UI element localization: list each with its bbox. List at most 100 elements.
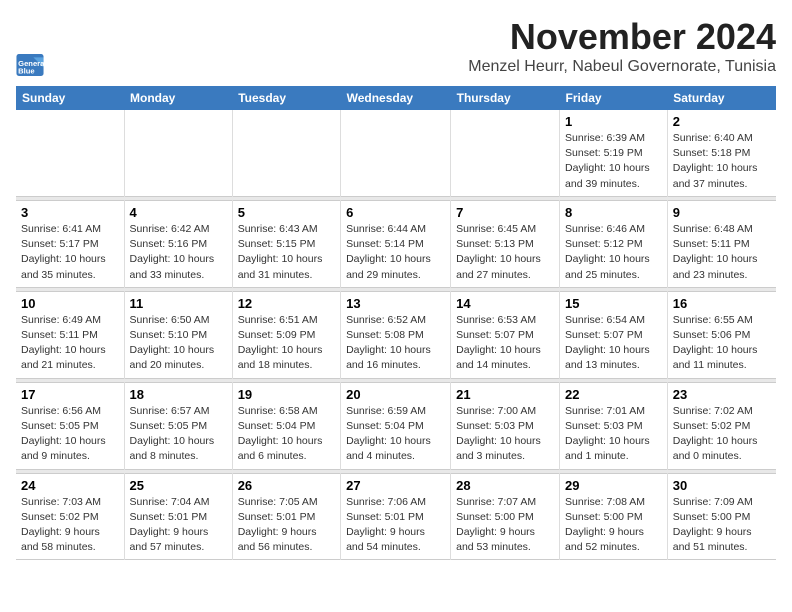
day-number: 25	[130, 478, 227, 493]
column-header-friday: Friday	[560, 86, 668, 110]
day-number: 20	[346, 387, 445, 402]
calendar-cell: 16 Sunrise: 6:55 AMSunset: 5:06 PMDayligh…	[667, 291, 776, 378]
day-info: Sunrise: 6:45 AMSunset: 5:13 PMDaylight:…	[456, 222, 554, 283]
day-info: Sunrise: 6:51 AMSunset: 5:09 PMDaylight:…	[238, 313, 335, 374]
calendar-cell: 21Sunrise: 7:00 AMSunset: 5:03 PMDayligh…	[451, 382, 560, 469]
day-info: Sunrise: 7:06 AMSunset: 5:01 PMDaylight:…	[346, 495, 445, 556]
calendar-cell: 12 Sunrise: 6:51 AMSunset: 5:09 PMDayligh…	[232, 291, 340, 378]
calendar-cell: 24 Sunrise: 7:03 AMSunset: 5:02 PMDayligh…	[16, 473, 124, 560]
day-info: Sunrise: 6:58 AMSunset: 5:04 PMDaylight:…	[238, 404, 335, 465]
calendar-cell: 19 Sunrise: 6:58 AMSunset: 5:04 PMDayligh…	[232, 382, 340, 469]
column-header-sunday: Sunday	[16, 86, 124, 110]
title-section: November 2024 Menzel Heurr, Nabeul Gover…	[468, 16, 776, 76]
calendar-cell: 15 Sunrise: 6:54 AMSunset: 5:07 PMDayligh…	[560, 291, 668, 378]
day-number: 8	[565, 205, 662, 220]
calendar-cell: 27 Sunrise: 7:06 AMSunset: 5:01 PMDayligh…	[341, 473, 451, 560]
day-number: 11	[130, 296, 227, 311]
column-header-thursday: Thursday	[451, 86, 560, 110]
calendar-cell: 17 Sunrise: 6:56 AMSunset: 5:05 PMDayligh…	[16, 382, 124, 469]
day-number: 2	[673, 114, 771, 129]
day-number: 10	[21, 296, 119, 311]
day-number: 28	[456, 478, 554, 493]
calendar-cell	[232, 110, 340, 196]
day-info: Sunrise: 7:03 AMSunset: 5:02 PMDaylight:…	[21, 495, 119, 556]
day-info: Sunrise: 6:59 AMSunset: 5:04 PMDaylight:…	[346, 404, 445, 465]
calendar-cell: 30 Sunrise: 7:09 AMSunset: 5:00 PMDayligh…	[667, 473, 776, 560]
day-number: 22	[565, 387, 662, 402]
day-info: Sunrise: 6:56 AMSunset: 5:05 PMDaylight:…	[21, 404, 119, 465]
calendar-cell: 5Sunrise: 6:43 AMSunset: 5:15 PMDaylight…	[232, 200, 340, 287]
calendar-cell: 29 Sunrise: 7:08 AMSunset: 5:00 PMDayligh…	[560, 473, 668, 560]
day-number: 21	[456, 387, 554, 402]
day-number: 3	[21, 205, 119, 220]
week-row: 10 Sunrise: 6:49 AMSunset: 5:11 PMDayligh…	[16, 291, 776, 378]
day-info: Sunrise: 6:57 AMSunset: 5:05 PMDaylight:…	[130, 404, 227, 465]
calendar-cell	[451, 110, 560, 196]
day-number: 15	[565, 296, 662, 311]
calendar-cell: 11 Sunrise: 6:50 AMSunset: 5:10 PMDayligh…	[124, 291, 232, 378]
column-header-monday: Monday	[124, 86, 232, 110]
day-info: Sunrise: 6:44 AMSunset: 5:14 PMDaylight:…	[346, 222, 445, 283]
calendar-cell: 7 Sunrise: 6:45 AMSunset: 5:13 PMDaylight…	[451, 200, 560, 287]
logo: General Blue	[16, 54, 46, 76]
day-number: 17	[21, 387, 119, 402]
day-number: 9	[673, 205, 771, 220]
day-info: Sunrise: 6:53 AMSunset: 5:07 PMDaylight:…	[456, 313, 554, 374]
column-header-tuesday: Tuesday	[232, 86, 340, 110]
day-number: 16	[673, 296, 771, 311]
calendar-cell: 8Sunrise: 6:46 AMSunset: 5:12 PMDaylight…	[560, 200, 668, 287]
calendar-cell: 10 Sunrise: 6:49 AMSunset: 5:11 PMDayligh…	[16, 291, 124, 378]
month-title: November 2024	[468, 16, 776, 58]
day-info: Sunrise: 7:08 AMSunset: 5:00 PMDaylight:…	[565, 495, 662, 556]
day-number: 13	[346, 296, 445, 311]
day-number: 26	[238, 478, 335, 493]
day-number: 30	[673, 478, 771, 493]
day-info: Sunrise: 6:42 AMSunset: 5:16 PMDaylight:…	[130, 222, 227, 283]
day-info: Sunrise: 7:07 AMSunset: 5:00 PMDaylight:…	[456, 495, 554, 556]
day-info: Sunrise: 6:41 AMSunset: 5:17 PMDaylight:…	[21, 222, 119, 283]
day-number: 14	[456, 296, 554, 311]
calendar-cell: 20 Sunrise: 6:59 AMSunset: 5:04 PMDayligh…	[341, 382, 451, 469]
calendar-cell: 14 Sunrise: 6:53 AMSunset: 5:07 PMDayligh…	[451, 291, 560, 378]
day-number: 19	[238, 387, 335, 402]
calendar-cell: 3 Sunrise: 6:41 AMSunset: 5:17 PMDaylight…	[16, 200, 124, 287]
day-number: 23	[673, 387, 771, 402]
calendar-cell: 25 Sunrise: 7:04 AMSunset: 5:01 PMDayligh…	[124, 473, 232, 560]
calendar-cell: 22Sunrise: 7:01 AMSunset: 5:03 PMDayligh…	[560, 382, 668, 469]
calendar-cell	[16, 110, 124, 196]
day-info: Sunrise: 7:05 AMSunset: 5:01 PMDaylight:…	[238, 495, 335, 556]
calendar-cell: 2 Sunrise: 6:40 AMSunset: 5:18 PMDaylight…	[667, 110, 776, 196]
day-number: 27	[346, 478, 445, 493]
svg-text:Blue: Blue	[18, 66, 35, 75]
calendar-cell: 9 Sunrise: 6:48 AMSunset: 5:11 PMDaylight…	[667, 200, 776, 287]
day-info: Sunrise: 7:09 AMSunset: 5:00 PMDaylight:…	[673, 495, 771, 556]
day-info: Sunrise: 7:04 AMSunset: 5:01 PMDaylight:…	[130, 495, 227, 556]
day-number: 18	[130, 387, 227, 402]
calendar-cell: 23Sunrise: 7:02 AMSunset: 5:02 PMDayligh…	[667, 382, 776, 469]
day-info: Sunrise: 6:48 AMSunset: 5:11 PMDaylight:…	[673, 222, 771, 283]
day-number: 29	[565, 478, 662, 493]
column-header-saturday: Saturday	[667, 86, 776, 110]
location-title: Menzel Heurr, Nabeul Governorate, Tunisi…	[468, 58, 776, 76]
week-row: 17 Sunrise: 6:56 AMSunset: 5:05 PMDayligh…	[16, 382, 776, 469]
calendar-cell	[341, 110, 451, 196]
day-info: Sunrise: 6:55 AMSunset: 5:06 PMDaylight:…	[673, 313, 771, 374]
day-info: Sunrise: 6:52 AMSunset: 5:08 PMDaylight:…	[346, 313, 445, 374]
day-info: Sunrise: 6:43 AMSunset: 5:15 PMDaylight:…	[238, 222, 335, 283]
calendar-cell: 26 Sunrise: 7:05 AMSunset: 5:01 PMDayligh…	[232, 473, 340, 560]
calendar-cell: 18 Sunrise: 6:57 AMSunset: 5:05 PMDayligh…	[124, 382, 232, 469]
calendar-cell: 28 Sunrise: 7:07 AMSunset: 5:00 PMDayligh…	[451, 473, 560, 560]
week-row: 24 Sunrise: 7:03 AMSunset: 5:02 PMDayligh…	[16, 473, 776, 560]
day-number: 6	[346, 205, 445, 220]
calendar-table: SundayMondayTuesdayWednesdayThursdayFrid…	[16, 86, 776, 560]
calendar-cell: 1Sunrise: 6:39 AMSunset: 5:19 PMDaylight…	[560, 110, 668, 196]
day-info: Sunrise: 6:39 AMSunset: 5:19 PMDaylight:…	[565, 131, 662, 192]
calendar-cell: 6 Sunrise: 6:44 AMSunset: 5:14 PMDaylight…	[341, 200, 451, 287]
day-number: 7	[456, 205, 554, 220]
day-number: 12	[238, 296, 335, 311]
day-info: Sunrise: 6:49 AMSunset: 5:11 PMDaylight:…	[21, 313, 119, 374]
day-info: Sunrise: 6:40 AMSunset: 5:18 PMDaylight:…	[673, 131, 771, 192]
day-info: Sunrise: 6:50 AMSunset: 5:10 PMDaylight:…	[130, 313, 227, 374]
day-number: 24	[21, 478, 119, 493]
day-info: Sunrise: 6:54 AMSunset: 5:07 PMDaylight:…	[565, 313, 662, 374]
